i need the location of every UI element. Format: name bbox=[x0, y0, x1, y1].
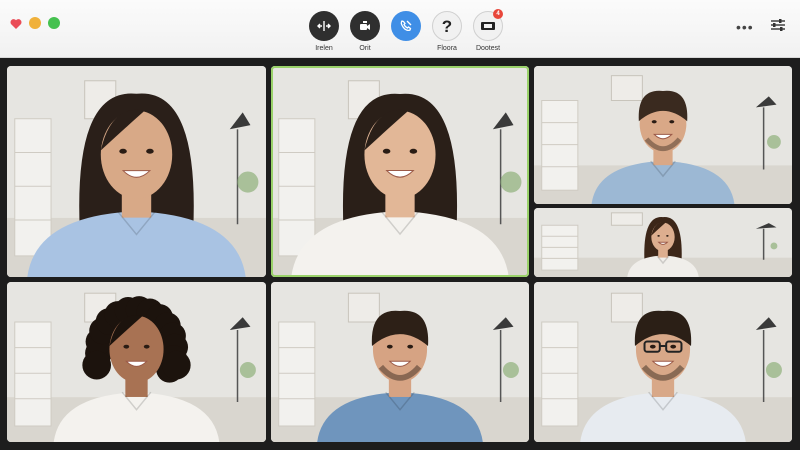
window-controls bbox=[10, 17, 60, 29]
toolbar: Irelen Orit ? Floora 4 Dootest ••• bbox=[0, 0, 800, 58]
notification-badge: 4 bbox=[493, 9, 503, 19]
participant-tile[interactable] bbox=[534, 66, 792, 204]
video-camera-icon[interactable] bbox=[350, 11, 380, 41]
floora-label: Floora bbox=[437, 45, 457, 52]
bookshelf bbox=[14, 118, 52, 257]
participant-tile-active-speaker[interactable] bbox=[271, 66, 529, 277]
close-heart-icon[interactable] bbox=[10, 17, 22, 29]
phone-icon[interactable] bbox=[391, 11, 421, 41]
sliders-icon[interactable] bbox=[770, 18, 786, 37]
irelen-control[interactable]: Irelen bbox=[304, 11, 344, 52]
maximize-button[interactable] bbox=[48, 17, 60, 29]
participant-video bbox=[271, 66, 529, 277]
call-control[interactable] bbox=[386, 11, 426, 52]
bookshelf bbox=[14, 321, 52, 427]
participant-video bbox=[534, 282, 792, 442]
split-view-icon[interactable] bbox=[309, 11, 339, 41]
participant-tile[interactable] bbox=[271, 282, 529, 442]
bookshelf bbox=[541, 321, 579, 427]
question-icon[interactable]: ? bbox=[432, 11, 462, 41]
participant-tile[interactable] bbox=[7, 66, 266, 277]
bookshelf bbox=[278, 118, 316, 257]
participant-tile[interactable] bbox=[534, 208, 792, 277]
call-controls: Irelen Orit ? Floora 4 Dootest bbox=[304, 9, 509, 52]
participant-tile[interactable] bbox=[7, 282, 266, 442]
orit-label: Orit bbox=[359, 45, 371, 52]
bookshelf bbox=[541, 224, 579, 271]
participant-video bbox=[7, 282, 266, 442]
video-grid bbox=[0, 58, 800, 450]
participant-tile[interactable] bbox=[534, 282, 792, 442]
participant-video bbox=[271, 282, 529, 442]
participant-video bbox=[534, 208, 792, 277]
dootest-label: Dootest bbox=[475, 45, 501, 52]
orit-control[interactable]: Orit bbox=[345, 11, 385, 52]
irelen-label: Irelen bbox=[315, 45, 333, 52]
bookshelf bbox=[541, 100, 579, 191]
dootest-control[interactable]: 4 Dootest bbox=[468, 9, 508, 52]
minimize-button[interactable] bbox=[29, 17, 41, 29]
participant-video bbox=[7, 66, 266, 277]
participant-video bbox=[534, 66, 792, 204]
bookshelf bbox=[278, 321, 316, 427]
more-dots-icon[interactable]: ••• bbox=[736, 20, 754, 34]
floora-control[interactable]: ? Floora bbox=[427, 11, 467, 52]
